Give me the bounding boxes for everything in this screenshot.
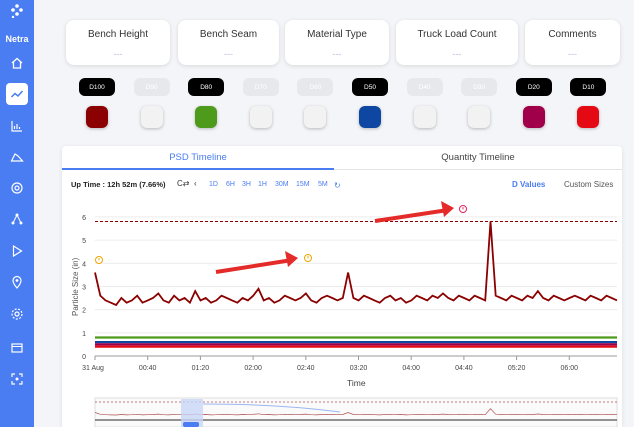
annotation-arrows <box>215 201 454 274</box>
